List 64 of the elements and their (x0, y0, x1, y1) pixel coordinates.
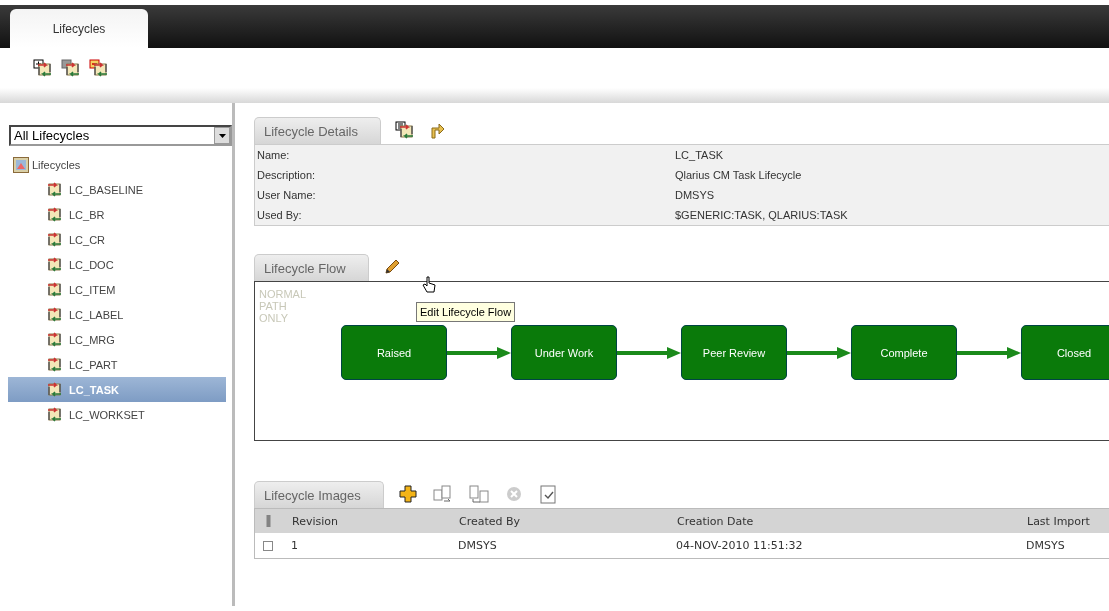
cycle-icon[interactable] (61, 59, 81, 77)
tooltip: Edit Lifecycle Flow (416, 302, 516, 322)
add-icon[interactable] (397, 484, 418, 504)
lifecycle-icon (46, 231, 63, 248)
field-label: User Name: (256, 189, 317, 201)
flow-arrow (787, 346, 851, 359)
panel-tab[interactable]: Lifecycle Details (254, 117, 381, 144)
lifecycle-dropdown[interactable]: All Lifecycles (9, 125, 232, 146)
cycle-icon[interactable] (394, 121, 415, 139)
caret-icon (218, 133, 226, 138)
lifecycle-icon (46, 381, 63, 398)
tree-item[interactable]: LC_BASELINE (8, 177, 226, 202)
column-header[interactable]: Creation Date (677, 514, 1027, 528)
field-label: Name: (256, 149, 291, 161)
pencil-icon[interactable] (382, 258, 399, 276)
tree-item[interactable]: LC_MRG (8, 327, 226, 352)
table-cell-text: DMSYS (1026, 539, 1066, 552)
folder-icon (13, 156, 29, 173)
table-cell-text: 1 (291, 539, 299, 552)
tree-item[interactable]: LC_DOC (8, 252, 226, 277)
table-cell-text: DMSYS (458, 539, 498, 552)
field-label: Description: (256, 169, 317, 181)
add-icon[interactable] (33, 59, 53, 77)
flow-legend: NORMAL PATH ONLY (255, 282, 309, 324)
state-node: Raised (341, 325, 447, 380)
panel-tab[interactable]: Lifecycle Flow (254, 254, 369, 281)
field-value: DMSYS (675, 189, 715, 201)
tree-item[interactable]: LC_ITEM (8, 277, 226, 302)
checklist-icon[interactable] (537, 484, 558, 504)
tree-item[interactable]: LC_CR (8, 227, 226, 252)
flow-arrow (617, 346, 681, 359)
column-header[interactable]: Created By (459, 514, 677, 528)
hand-cursor-icon (422, 276, 436, 294)
arrow-icon[interactable] (428, 121, 445, 139)
field-label: Used By: (256, 209, 303, 221)
panel-tab[interactable]: Lifecycle Images (254, 481, 384, 508)
lifecycle-icon (46, 406, 63, 423)
lifecycle-icon (46, 206, 63, 223)
tree-item[interactable]: LC_WORKSET (8, 402, 226, 427)
app-tab[interactable]: Lifecycles (10, 9, 148, 48)
column-header[interactable]: Revision (292, 514, 459, 528)
field-value: LC_TASK (675, 149, 724, 161)
lifecycle-icon (46, 331, 63, 348)
flow-arrow (957, 346, 1021, 359)
tree-item[interactable]: LC_LABEL (8, 302, 226, 327)
table-cell-text: 04-NOV-2010 11:51:32 (676, 539, 804, 552)
lifecycle-icon (46, 256, 63, 273)
tree-item[interactable]: LC_PART (8, 352, 226, 377)
field-value: Qlarius CM Task Lifecycle (675, 169, 802, 181)
field-value: $GENERIC:TASK, QLARIUS:TASK (675, 209, 848, 221)
tree-item[interactable]: Lifecycles (13, 152, 232, 177)
column-header[interactable]: Last Import (1027, 514, 1109, 528)
lifecycle-icon (46, 281, 63, 298)
minus-icon[interactable] (89, 59, 109, 77)
state-node: Under Work (511, 325, 617, 380)
lifecycle-icon (46, 306, 63, 323)
lifecycle-icon (46, 356, 63, 373)
row-checkbox[interactable] (263, 540, 273, 551)
tree-item[interactable]: LC_BR (8, 202, 226, 227)
state-node: Complete (851, 325, 957, 380)
lifecycle-icon (46, 181, 63, 198)
state-node: Closed (1021, 325, 1109, 380)
state-node: Peer Review (681, 325, 787, 380)
flow-arrow (447, 346, 511, 359)
